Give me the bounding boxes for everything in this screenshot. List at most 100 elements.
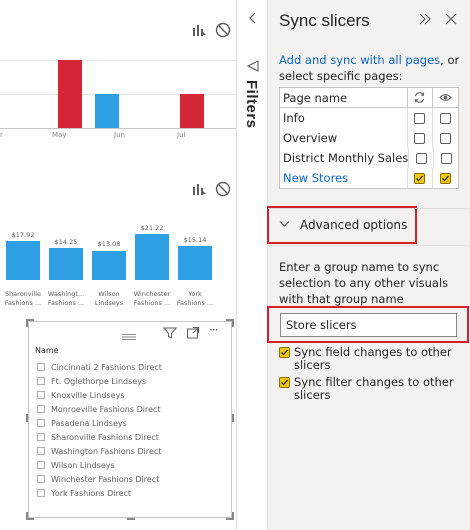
chevron-down-icon	[279, 220, 290, 231]
slicer-item[interactable]: Ft. Oglethorpe Lindseys	[37, 374, 162, 388]
sync-cell	[406, 168, 433, 188]
slicer-checkbox[interactable]	[37, 447, 45, 455]
slicer-item-label: Sharonville Fashions Direct	[51, 432, 159, 442]
section-divider	[268, 245, 470, 246]
category-label: Sharonville Fashions ...	[4, 290, 42, 307]
slicer-checkbox[interactable]	[37, 405, 45, 413]
slicer-item[interactable]: Washington Fashions Direct	[37, 444, 162, 458]
category-label: Winchester Fashions ...	[133, 290, 171, 307]
resize-handle[interactable]	[232, 512, 234, 520]
slicer-item-label: Winchester Fashions Direct	[51, 474, 160, 484]
sync-checkbox[interactable]	[414, 132, 426, 144]
sync-filter-changes-option[interactable]: Sync filter changes to other slicers	[279, 376, 465, 402]
table-row[interactable]: District Monthly Sales	[280, 148, 458, 168]
sync-checkbox[interactable]	[414, 172, 426, 184]
page-name-cell: Overview	[283, 131, 338, 145]
slicer-checkbox[interactable]	[37, 377, 45, 385]
sync-filter-changes-checkbox[interactable]	[279, 377, 290, 388]
filter-icon[interactable]	[162, 325, 178, 339]
group-name-description: Enter a group name to sync selection to …	[279, 260, 449, 306]
slicer-item-label: Knoxville Lindseys	[51, 390, 125, 400]
visible-cell	[433, 148, 458, 168]
bar[interactable]	[135, 234, 169, 280]
resize-handle[interactable]	[232, 414, 234, 422]
slicer-checkbox[interactable]	[37, 475, 45, 483]
bar[interactable]	[49, 248, 83, 280]
add-sync-all-pages-link[interactable]: Add and sync with all pages	[279, 53, 440, 67]
slicer-item-label: Ft. Oglethorpe Lindseys	[51, 376, 147, 386]
sync-description: Add and sync with all pages, or select s…	[279, 52, 463, 84]
resize-handle[interactable]	[26, 512, 28, 520]
focus-mode-icon[interactable]	[186, 325, 200, 339]
page-name-cell: New Stores	[283, 171, 349, 185]
collapse-pane-icon[interactable]	[416, 10, 434, 28]
slicer-checkbox[interactable]	[37, 433, 45, 441]
resize-handle[interactable]	[232, 319, 234, 327]
sync-field-changes-checkbox[interactable]	[279, 347, 290, 358]
slicer-checkbox[interactable]	[37, 419, 45, 427]
visible-checkbox[interactable]	[440, 112, 452, 124]
visible-checkbox[interactable]	[440, 132, 452, 144]
sync-checkbox[interactable]	[415, 152, 427, 164]
slicer-checkbox[interactable]	[37, 461, 45, 469]
category-label: York Fashions ...	[176, 290, 214, 307]
expand-chevron-icon[interactable]	[246, 10, 260, 24]
sync-field-changes-label: Sync field changes to other slicers	[294, 345, 452, 372]
resize-handle[interactable]	[127, 518, 135, 520]
filters-pane-collapsed[interactable]: Filters	[236, 0, 268, 530]
pane-title: Sync slicers	[279, 11, 370, 30]
slicer-item[interactable]: Monroeville Fashions Direct	[37, 402, 162, 416]
visible-checkbox[interactable]	[440, 152, 452, 164]
group-name-input[interactable]: Store slicers	[280, 313, 457, 337]
slicer-item-label: Pasadena Lindseys	[51, 418, 127, 428]
visible-cell	[432, 128, 458, 148]
table-row[interactable]: Info	[280, 108, 458, 128]
slicer-item-list: Cincinnati 2 Fashions Direct Ft. Oglethor…	[37, 360, 162, 500]
page-name-header: Page name	[283, 90, 348, 105]
bar[interactable]	[178, 246, 212, 280]
slicer-item[interactable]: Winchester Fashions Direct	[37, 472, 162, 486]
store-sales-bar-chart: $17.92 $14.25 $13.08 $21.22 $15.14 Sharo…	[0, 0, 236, 320]
bar-value-label: $21.22	[140, 224, 164, 232]
bar-value-label: $17.92	[11, 231, 35, 239]
slicer-item[interactable]: Cincinnati 2 Fashions Direct	[37, 360, 162, 374]
bar[interactable]	[92, 251, 126, 280]
slicer-item[interactable]: Wilson Lindseys	[37, 458, 162, 472]
resize-handle[interactable]	[26, 319, 28, 327]
section-divider	[268, 208, 470, 209]
category-label: Wilson Lindseys	[94, 290, 124, 307]
table-header: Page name	[280, 87, 458, 108]
table-row[interactable]: Overview	[280, 128, 458, 148]
slicer-item[interactable]: Sharonville Fashions Direct	[37, 430, 162, 444]
sync-slicers-pane: Sync slicers Add and sync with all pages…	[267, 0, 470, 530]
pages-table: Page name Info Overview District Monthly S…	[279, 87, 459, 189]
visible-column-header	[432, 87, 458, 108]
slicer-checkbox[interactable]	[37, 391, 45, 399]
advanced-options-label: Advanced options	[300, 218, 408, 232]
drag-grip-icon[interactable]	[121, 326, 137, 340]
close-icon[interactable]	[442, 10, 460, 28]
filters-label[interactable]: Filters	[243, 80, 260, 129]
bar[interactable]	[6, 241, 40, 280]
visible-checkbox[interactable]	[440, 172, 452, 184]
sync-field-changes-option[interactable]: Sync field changes to other slicers	[279, 346, 465, 372]
resize-handle[interactable]	[26, 414, 28, 422]
page-name-cell: Info	[283, 111, 305, 125]
slicer-item[interactable]: Pasadena Lindseys	[37, 416, 162, 430]
sync-cell	[406, 108, 433, 128]
slicer-item-label: Wilson Lindseys	[51, 460, 115, 470]
slicer-item[interactable]: York Fashions Direct	[37, 486, 162, 500]
sync-checkbox[interactable]	[414, 112, 426, 124]
more-options-icon[interactable]: ···	[209, 323, 219, 337]
slicer-checkbox[interactable]	[37, 489, 45, 497]
slicer-item-label: Cincinnati 2 Fashions Direct	[51, 362, 162, 372]
slicer-checkbox[interactable]	[37, 363, 45, 371]
store-name-slicer[interactable]: ··· Name Cincinnati 2 Fashions Direct Ft.…	[26, 319, 234, 520]
slicer-item[interactable]: Knoxville Lindseys	[37, 388, 162, 402]
category-label: Washingt... Fashions ...	[47, 290, 85, 307]
sync-cell	[406, 128, 433, 148]
report-canvas: r May Jun Jul $17.92 $14.25 $13.08 $21.2…	[0, 0, 236, 530]
advanced-options-toggle[interactable]: Advanced options	[279, 218, 407, 232]
table-row[interactable]: New Stores	[280, 168, 458, 188]
visible-cell	[432, 168, 458, 188]
